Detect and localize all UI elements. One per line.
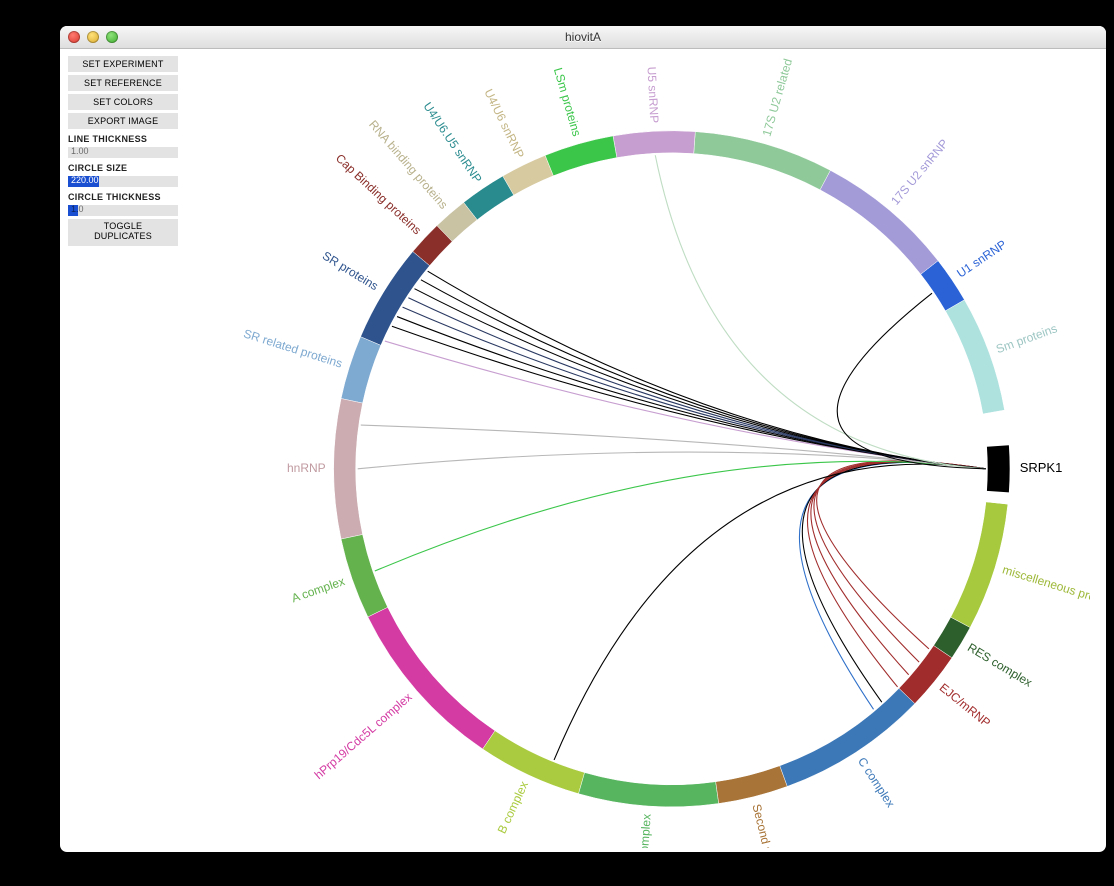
ring-segment [780,688,915,786]
set-reference-button[interactable]: SET REFERENCE [68,75,178,91]
segment-label: Bact complex [635,813,654,848]
close-icon[interactable] [68,31,80,43]
segment-label: Second step factors [749,803,788,848]
segment-label: 17S U2 snRNP [888,136,951,207]
chord [655,155,985,469]
toggle-duplicates-button[interactable]: TOGGLE DUPLICATES [68,219,178,246]
minimize-icon[interactable] [87,31,99,43]
zoom-icon[interactable] [106,31,118,43]
ring-segment [951,502,1008,628]
chord [807,462,985,687]
chord [414,289,985,469]
chord [554,464,986,760]
ring-segment [820,170,938,274]
ring-segment [341,337,381,403]
segment-label: hPrp19/Cdc5L complex [312,690,415,782]
segment-label: Sm proteins [994,321,1059,356]
segment-label: SR related proteins [242,326,344,370]
circle-size-slider[interactable]: 220.00 [68,176,178,187]
ring-segment [986,491,1009,504]
segment-label: U4/U6 snRNP [481,87,527,161]
chord [385,341,986,469]
segment-label: 17S U2 related [760,58,796,138]
chord-diagram: Sm proteins U1 snRNP17S U2 snRNP 17S U2 re… [200,58,1096,842]
segment-label: B complex [495,779,531,836]
ring-segment [694,132,831,190]
ring-segment [945,300,1004,414]
chord [403,307,986,469]
chord [375,461,986,571]
segment-label: EJC/mRNP [937,680,993,729]
ring-segment [483,731,585,794]
segment-label: U1 snRNP [954,237,1009,280]
chord [397,317,986,469]
window-title: hiovitA [60,30,1106,44]
chord [421,280,986,469]
circle-size-label: CIRCLE SIZE [68,161,178,173]
titlebar: hiovitA [60,26,1106,49]
ring-segment [579,773,719,807]
circle-thickness-label: CIRCLE THICKNESS [68,190,178,202]
ring-segment [368,607,495,749]
chord [408,298,985,469]
segment-label: U4/U6.U5 snRNP [421,100,485,186]
sidebar: SET EXPERIMENT SET REFERENCE SET COLORS … [68,56,178,246]
segment-label: SR proteins [320,249,381,294]
segment-label: A complex [290,574,347,605]
line-thickness-slider[interactable]: 1.00 [68,147,178,158]
chord [392,326,986,469]
segment-label: U5 snRNP [644,66,661,123]
chord [802,462,985,702]
set-experiment-button[interactable]: SET EXPERIMENT [68,56,178,72]
ring-segment [716,766,788,804]
export-image-button[interactable]: EXPORT IMAGE [68,113,178,129]
segment-label: LSm proteins [551,66,584,138]
set-colors-button[interactable]: SET COLORS [68,94,178,110]
line-thickness-label: LINE THICKNESS [68,132,178,144]
ring-segment [341,535,388,617]
circle-thickness-slider[interactable]: 1.0 [68,205,178,216]
segment-label: RES complex [965,640,1035,689]
ring-segment [545,136,617,176]
hub-label: SRPK1 [1020,460,1063,475]
segment-label: miscelleneous proteins [1001,562,1090,611]
app-window: hiovitA SET EXPERIMENT SET REFERENCE SET… [60,26,1106,852]
segment-label: hnRNP [287,461,326,475]
hub-arc [987,445,1010,492]
segment-label: C complex [855,755,898,810]
ring-segment [983,410,1009,447]
window-controls [68,31,118,43]
ring-segment [361,252,430,346]
ring-segment [613,131,695,158]
